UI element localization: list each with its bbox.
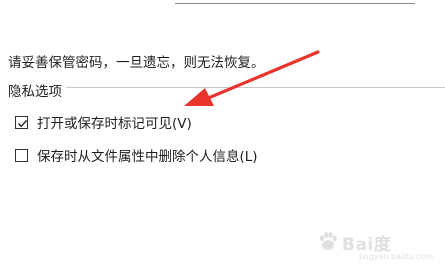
watermark-subtext: jingyan.baidu.com xyxy=(359,252,433,261)
remove-personal-info-label: 保存时从文件属性中删除个人信息(L) xyxy=(37,149,258,165)
remove-personal-info-checkbox[interactable] xyxy=(15,148,28,162)
top-field-border xyxy=(175,0,415,4)
privacy-group-title: 隐私选项 xyxy=(8,84,62,100)
password-warning-text: 请妥善保管密码，一旦遗忘，则无法恢复。 xyxy=(8,55,265,71)
mark-visible-label: 打开或保存时标记可见(V) xyxy=(37,116,192,132)
mark-visible-checkbox[interactable] xyxy=(15,115,28,129)
watermark: Bai度 jingyan.baidu.com xyxy=(317,225,435,261)
paw-logo-icon xyxy=(319,232,337,250)
checkmark-icon xyxy=(17,119,28,127)
mark-visible-checkbox-option[interactable]: 打开或保存时标记可见(V) xyxy=(15,112,192,132)
remove-personal-info-checkbox-option[interactable]: 保存时从文件属性中删除个人信息(L) xyxy=(15,145,258,165)
group-divider xyxy=(66,87,445,88)
watermark-text: Bai度 xyxy=(342,234,392,255)
